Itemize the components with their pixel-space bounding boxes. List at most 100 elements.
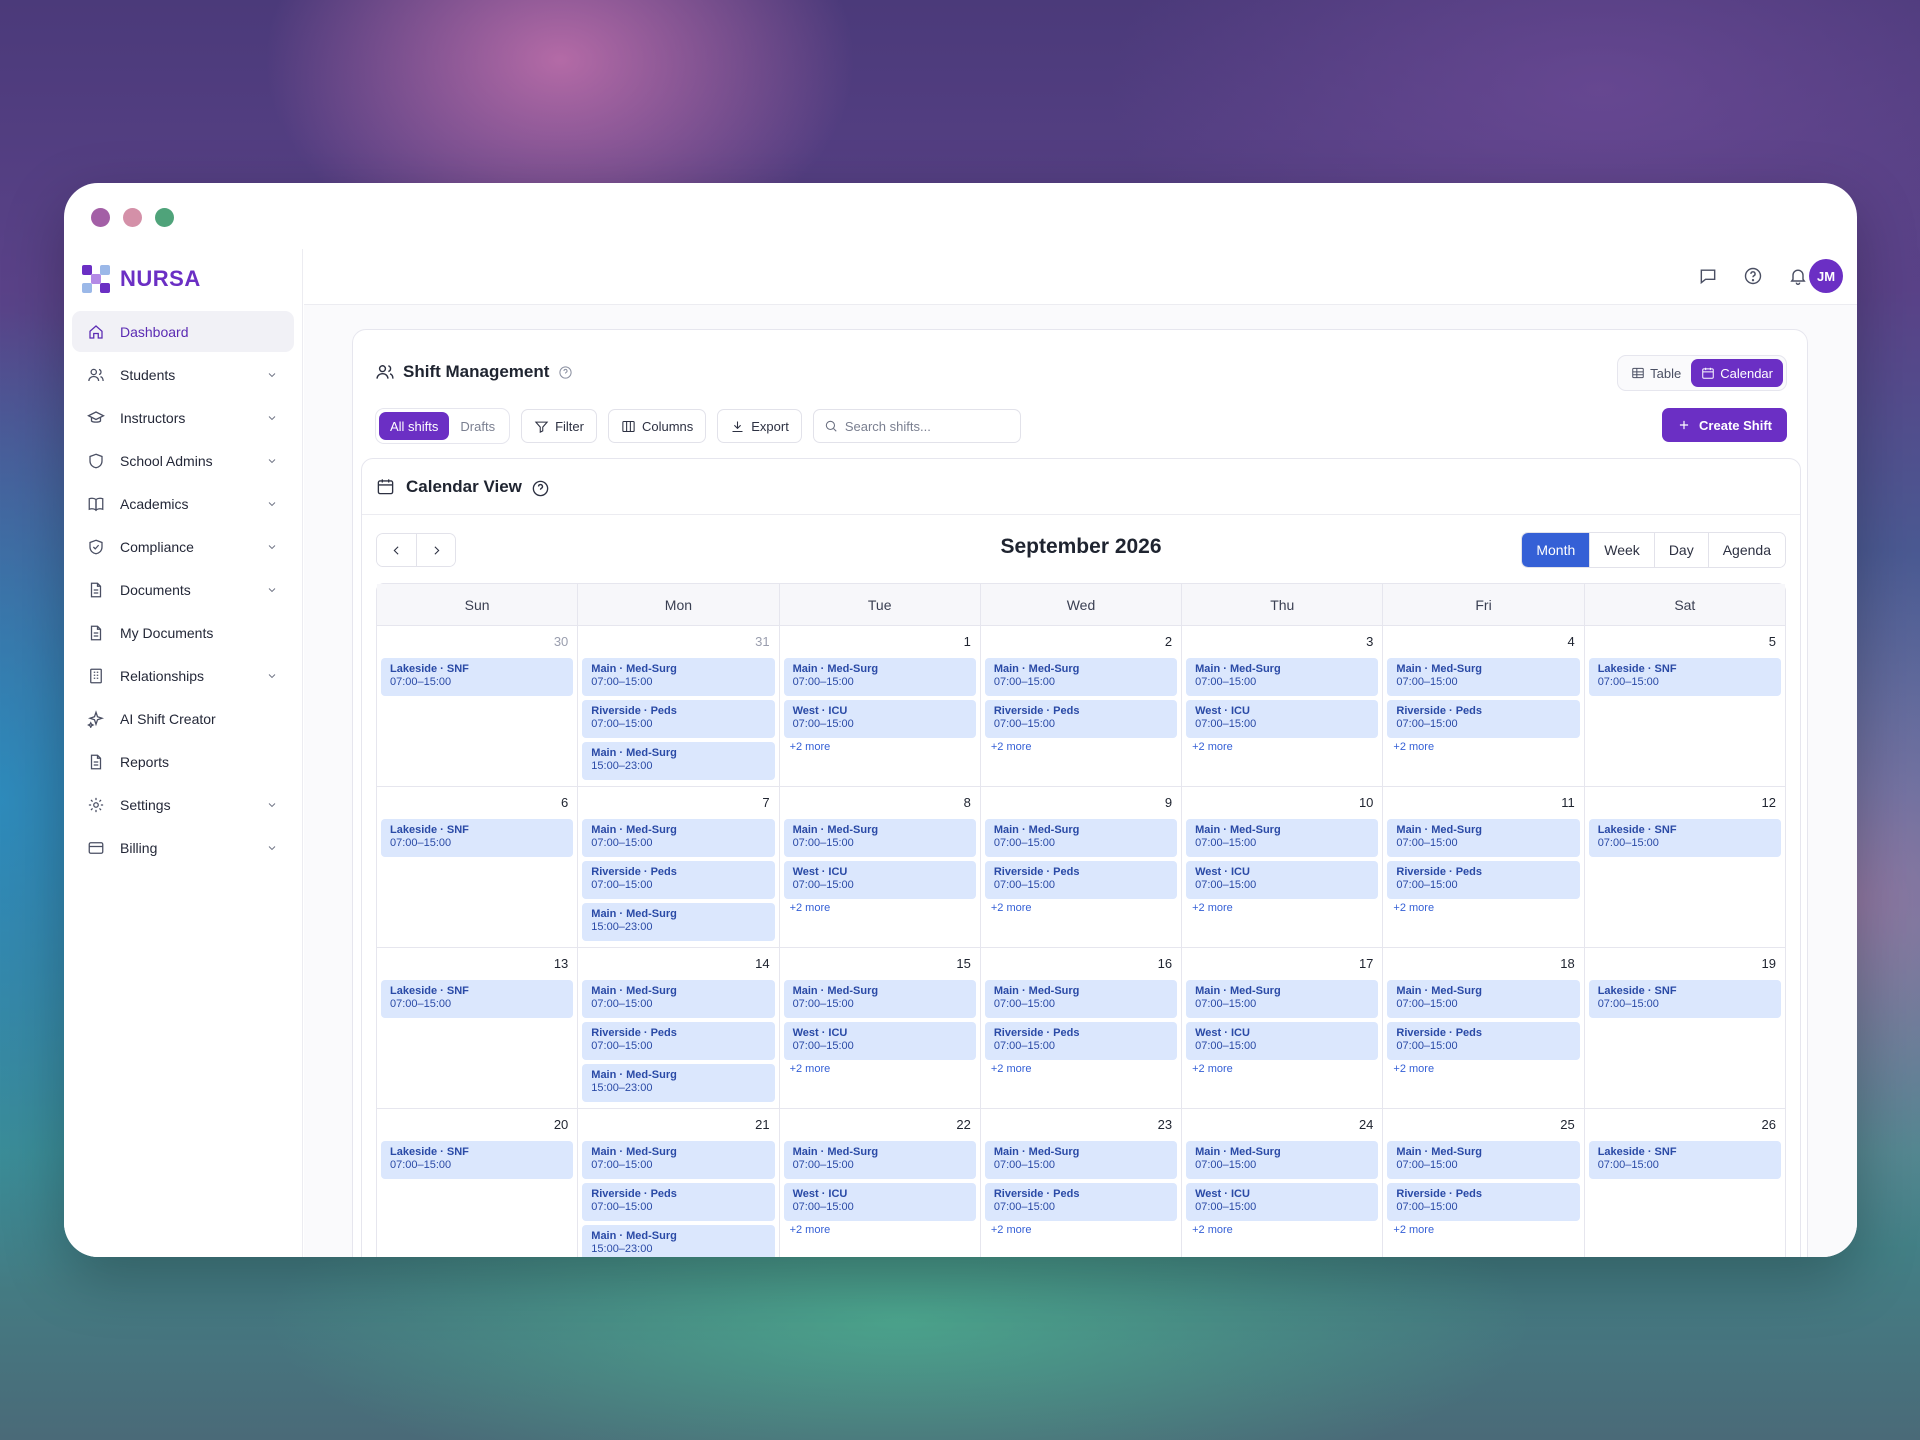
sidebar-item-relationships[interactable]: Relationships xyxy=(72,655,294,696)
range-day-button[interactable]: Day xyxy=(1653,533,1708,567)
window-maximize-button[interactable] xyxy=(155,208,174,227)
filter-button[interactable]: Filter xyxy=(521,409,597,443)
sidebar-item-dashboard[interactable]: Dashboard xyxy=(72,311,294,352)
day-number[interactable]: 20 xyxy=(381,1117,573,1139)
export-button[interactable]: Export xyxy=(717,409,802,443)
shift-event[interactable]: Main · Med-Surg 15:00–23:00 xyxy=(582,1064,775,1102)
shift-event[interactable]: Riverside · Peds 07:00–15:00 xyxy=(582,1183,775,1221)
shift-event[interactable]: Main · Med-Surg 07:00–15:00 xyxy=(1387,1141,1580,1179)
shift-event[interactable]: Lakeside · SNF 07:00–15:00 xyxy=(1588,819,1781,857)
day-number[interactable]: 13 xyxy=(381,956,573,978)
shift-event[interactable]: West · ICU 07:00–15:00 xyxy=(783,1183,976,1221)
shift-event[interactable]: Main · Med-Surg 07:00–15:00 xyxy=(783,980,976,1018)
bell-icon[interactable] xyxy=(1786,264,1810,288)
help-circle-icon[interactable] xyxy=(558,365,573,380)
calendar-day-cell[interactable]: 14 Main · Med-Surg 07:00–15:00 Riverside · … xyxy=(577,948,778,1108)
sidebar-item-students[interactable]: Students xyxy=(72,354,294,395)
shift-event[interactable]: West · ICU 07:00–15:00 xyxy=(1186,1022,1379,1060)
shift-event[interactable]: Riverside · Peds 07:00–15:00 xyxy=(984,700,1178,738)
calendar-day-cell[interactable]: 15 Main · Med-Surg 07:00–15:00 West · ICU 07… xyxy=(778,948,980,1108)
sidebar-item-my-documents[interactable]: My Documents xyxy=(72,612,294,653)
shift-event[interactable]: Main · Med-Surg 07:00–15:00 xyxy=(582,819,775,857)
shift-event[interactable]: Riverside · Peds 07:00–15:00 xyxy=(984,1183,1178,1221)
sidebar-item-documents[interactable]: Documents xyxy=(72,569,294,610)
shift-event[interactable]: Main · Med-Surg 07:00–15:00 xyxy=(1186,819,1379,857)
shift-event[interactable]: Main · Med-Surg 07:00–15:00 xyxy=(582,980,775,1018)
sidebar-item-compliance[interactable]: Compliance xyxy=(72,526,294,567)
sidebar-item-ai-shift-creator[interactable]: AI Shift Creator xyxy=(72,698,294,739)
shift-event[interactable]: Main · Med-Surg 15:00–23:00 xyxy=(582,903,775,941)
day-number[interactable]: 12 xyxy=(1589,795,1781,817)
day-number[interactable]: 31 xyxy=(582,634,774,656)
day-number[interactable]: 18 xyxy=(1387,956,1579,978)
more-events-link[interactable]: +2 more xyxy=(1387,902,1579,914)
day-number[interactable]: 10 xyxy=(1186,795,1378,817)
calendar-day-cell[interactable]: 1 Main · Med-Surg 07:00–15:00 West · ICU 07:… xyxy=(778,626,980,786)
calendar-day-cell[interactable]: 19 Lakeside · SNF 07:00–15:00 xyxy=(1583,948,1785,1108)
shift-event[interactable]: Main · Med-Surg 07:00–15:00 xyxy=(783,1141,976,1179)
day-number[interactable]: 26 xyxy=(1589,1117,1781,1139)
brand[interactable]: NURSA xyxy=(64,249,302,309)
shift-event[interactable]: Main · Med-Surg 07:00–15:00 xyxy=(1387,658,1580,696)
shift-event[interactable]: Main · Med-Surg 07:00–15:00 xyxy=(984,658,1178,696)
next-month-button[interactable] xyxy=(416,534,455,566)
shift-event[interactable]: Riverside · Peds 07:00–15:00 xyxy=(1387,700,1580,738)
more-events-link[interactable]: +2 more xyxy=(1186,1063,1378,1075)
shift-event[interactable]: Riverside · Peds 07:00–15:00 xyxy=(582,700,775,738)
calendar-day-cell[interactable]: 21 Main · Med-Surg 07:00–15:00 Riverside · … xyxy=(577,1109,778,1257)
range-week-button[interactable]: Week xyxy=(1589,533,1654,567)
calendar-day-cell[interactable]: 9 Main · Med-Surg 07:00–15:00 Riverside · P… xyxy=(979,787,1181,947)
day-number[interactable]: 1 xyxy=(784,634,976,656)
more-events-link[interactable]: +2 more xyxy=(784,741,976,753)
shift-event[interactable]: Main · Med-Surg 07:00–15:00 xyxy=(1186,1141,1379,1179)
more-events-link[interactable]: +2 more xyxy=(985,902,1177,914)
window-minimize-button[interactable] xyxy=(123,208,142,227)
table-view-button[interactable]: Table xyxy=(1621,359,1691,387)
more-events-link[interactable]: +2 more xyxy=(1186,1224,1378,1236)
more-events-link[interactable]: +2 more xyxy=(784,1224,976,1236)
more-events-link[interactable]: +2 more xyxy=(1387,1063,1579,1075)
calendar-day-cell[interactable]: 6 Lakeside · SNF 07:00–15:00 xyxy=(377,787,577,947)
shift-event[interactable]: Main · Med-Surg 07:00–15:00 xyxy=(783,658,976,696)
calendar-day-cell[interactable]: 22 Main · Med-Surg 07:00–15:00 West · ICU 07… xyxy=(778,1109,980,1257)
calendar-day-cell[interactable]: 17 Main · Med-Surg 07:00–15:00 West · ICU 07… xyxy=(1181,948,1382,1108)
day-number[interactable]: 2 xyxy=(985,634,1177,656)
shift-event[interactable]: Lakeside · SNF 07:00–15:00 xyxy=(1588,658,1781,696)
day-number[interactable]: 17 xyxy=(1186,956,1378,978)
range-agenda-button[interactable]: Agenda xyxy=(1707,533,1785,567)
calendar-day-cell[interactable]: 10 Main · Med-Surg 07:00–15:00 West · ICU 07… xyxy=(1181,787,1382,947)
more-events-link[interactable]: +2 more xyxy=(985,1224,1177,1236)
help-icon[interactable] xyxy=(1741,264,1765,288)
calendar-day-cell[interactable]: 16 Main · Med-Surg 07:00–15:00 Riverside · … xyxy=(979,948,1181,1108)
shift-event[interactable]: Riverside · Peds 07:00–15:00 xyxy=(582,861,775,899)
chevron-down-icon[interactable] xyxy=(266,841,278,853)
calendar-day-cell[interactable]: 11 Main · Med-Surg 07:00–15:00 Riverside · … xyxy=(1382,787,1583,947)
calendar-day-cell[interactable]: 13 Lakeside · SNF 07:00–15:00 xyxy=(377,948,577,1108)
more-events-link[interactable]: +2 more xyxy=(784,1063,976,1075)
columns-button[interactable]: Columns xyxy=(607,409,707,443)
shift-event[interactable]: Main · Med-Surg 07:00–15:00 xyxy=(783,819,976,857)
sidebar-item-school-admins[interactable]: School Admins xyxy=(72,440,294,481)
shift-event[interactable]: Lakeside · SNF 07:00–15:00 xyxy=(1588,1141,1781,1179)
more-events-link[interactable]: +2 more xyxy=(1186,902,1378,914)
shift-event[interactable]: Main · Med-Surg 07:00–15:00 xyxy=(984,819,1178,857)
chevron-down-icon[interactable] xyxy=(266,368,278,380)
day-number[interactable]: 22 xyxy=(784,1117,976,1139)
shift-event[interactable]: West · ICU 07:00–15:00 xyxy=(783,1022,976,1060)
range-month-button[interactable]: Month xyxy=(1522,533,1590,567)
day-number[interactable]: 23 xyxy=(985,1117,1177,1139)
messages-icon[interactable] xyxy=(1696,264,1720,288)
user-avatar[interactable]: JM xyxy=(1809,259,1843,293)
sidebar-item-academics[interactable]: Academics xyxy=(72,483,294,524)
shift-event[interactable]: West · ICU 07:00–15:00 xyxy=(1186,700,1379,738)
day-number[interactable]: 5 xyxy=(1589,634,1781,656)
shift-event[interactable]: Riverside · Peds 07:00–15:00 xyxy=(1387,1022,1580,1060)
shift-event[interactable]: Main · Med-Surg 07:00–15:00 xyxy=(582,1141,775,1179)
create-shift-button[interactable]: Create Shift xyxy=(1662,408,1787,442)
sidebar-item-settings[interactable]: Settings xyxy=(72,784,294,825)
chevron-down-icon[interactable] xyxy=(266,454,278,466)
shift-event[interactable]: Riverside · Peds 07:00–15:00 xyxy=(984,861,1178,899)
calendar-day-cell[interactable]: 18 Main · Med-Surg 07:00–15:00 Riverside · … xyxy=(1382,948,1583,1108)
day-number[interactable]: 16 xyxy=(985,956,1177,978)
calendar-day-cell[interactable]: 23 Main · Med-Surg 07:00–15:00 Riverside · … xyxy=(979,1109,1181,1257)
